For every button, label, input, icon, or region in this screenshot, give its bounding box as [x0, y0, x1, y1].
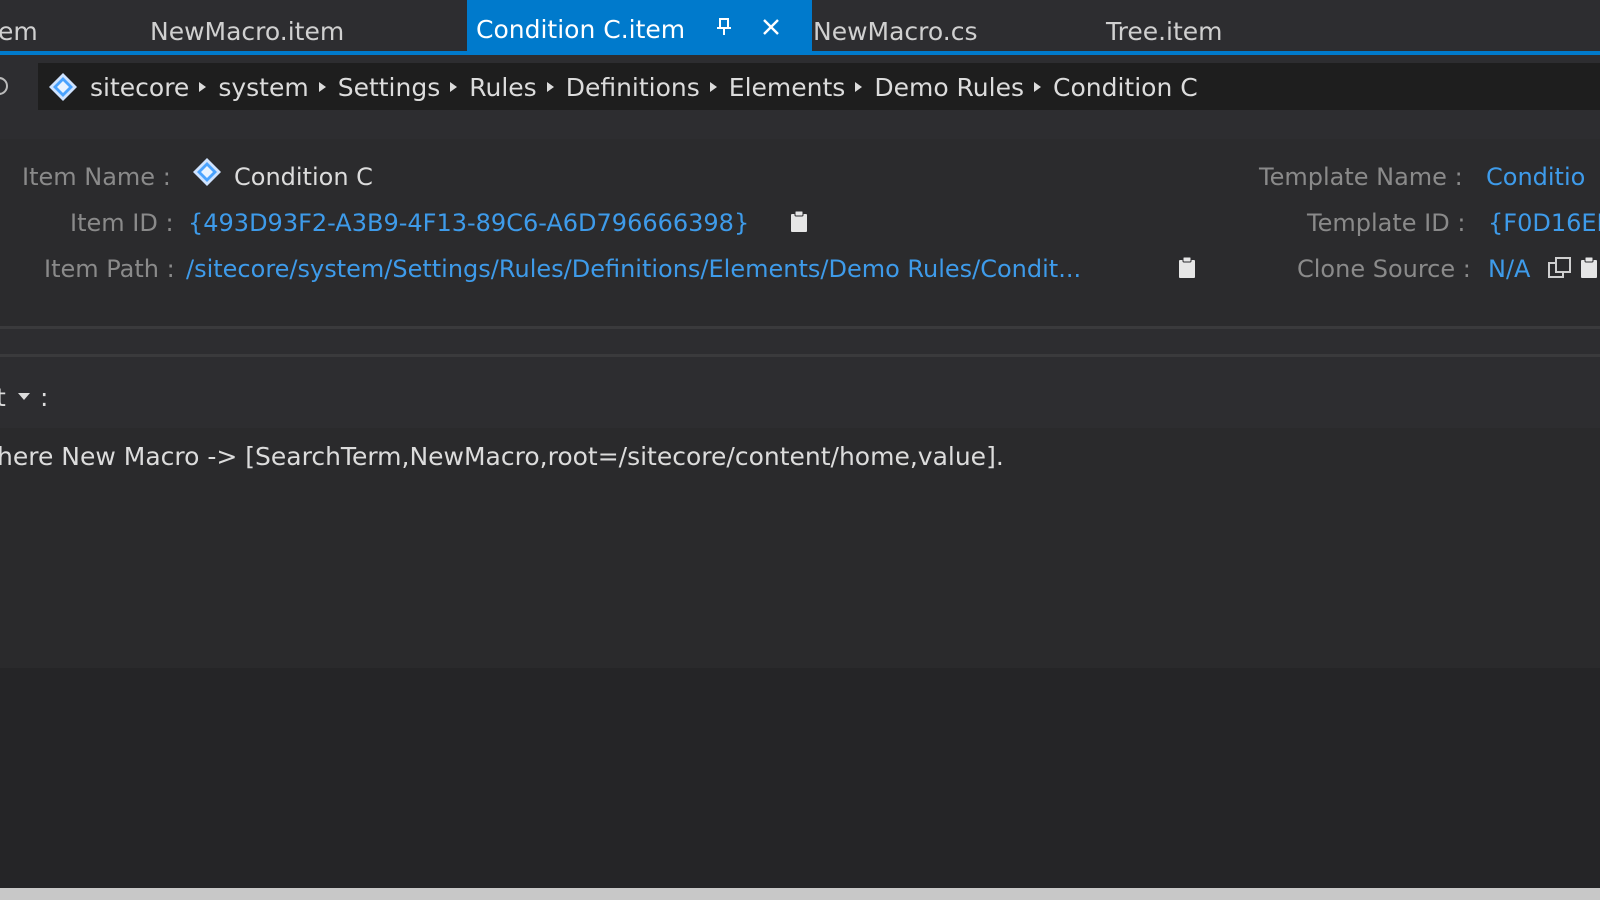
history-icon[interactable]	[0, 75, 10, 97]
breadcrumb-item-elements[interactable]: Elements	[729, 73, 875, 102]
status-bar	[0, 888, 1600, 900]
panel-divider	[0, 326, 1600, 329]
clone-source-value[interactable]: N/A	[1488, 255, 1530, 283]
copy-clipboard-icon[interactable]	[790, 211, 808, 233]
breadcrumb-label: Elements	[728, 72, 846, 102]
sitecore-item-icon	[193, 158, 221, 186]
chevron-right-icon[interactable]	[855, 82, 863, 92]
template-name-label: Template Name :	[1259, 163, 1463, 191]
chevron-right-icon[interactable]	[450, 82, 458, 92]
tab-label: Condition C.item	[476, 15, 686, 44]
open-external-icon[interactable]	[1548, 257, 1572, 279]
item-name-label: Item Name :	[22, 163, 171, 191]
tab-newmacro-cs[interactable]: NewMacro.cs	[813, 0, 977, 51]
tab-label: NewMacro.cs	[813, 17, 978, 46]
tab-condition-c-item[interactable]: Condition C.item	[467, 0, 812, 51]
sitecore-item-icon	[49, 73, 77, 101]
close-icon[interactable]	[758, 14, 784, 40]
template-name-value[interactable]: Conditio	[1486, 163, 1585, 191]
breadcrumb-item-sitecore[interactable]: sitecore	[48, 72, 218, 102]
item-path-value[interactable]: /sitecore/system/Settings/Rules/Definiti…	[186, 255, 1081, 283]
rule-editor[interactable]: here New Macro -> [SearchTerm,NewMacro,r…	[0, 428, 1600, 668]
tab-item[interactable]: em	[0, 0, 38, 51]
dropdown-caret-icon[interactable]	[18, 393, 30, 400]
item-id-label: Item ID :	[70, 209, 174, 237]
breadcrumb-items: sitecore system Settings Rules Definitio…	[48, 67, 1198, 107]
breadcrumb-label: Definitions	[565, 72, 700, 102]
breadcrumb-bar: sitecore system Settings Rules Definitio…	[0, 55, 1600, 119]
pin-icon[interactable]	[711, 14, 737, 40]
copy-clipboard-icon[interactable]	[1178, 257, 1196, 279]
chevron-right-icon[interactable]	[546, 82, 554, 92]
breadcrumb-item-condition-c[interactable]: Condition C	[1053, 73, 1198, 102]
tab-label: em	[0, 17, 38, 46]
copy-clipboard-icon[interactable]	[1580, 257, 1598, 279]
clone-source-label: Clone Source :	[1297, 255, 1471, 283]
tab-newmacro-item[interactable]: NewMacro.item	[150, 0, 344, 51]
breadcrumb-item-definitions[interactable]: Definitions	[566, 73, 729, 102]
breadcrumb-label: Demo Rules	[874, 72, 1024, 102]
chevron-right-icon[interactable]	[709, 82, 717, 92]
breadcrumb-label: Rules	[469, 72, 537, 102]
tab-tree-item[interactable]: Tree.item	[1106, 0, 1223, 51]
breadcrumb-label: system	[218, 72, 309, 102]
rule-section-header[interactable]: t :	[0, 357, 1600, 427]
breadcrumb-item-system[interactable]: system	[218, 73, 337, 102]
item-path-label: Item Path :	[44, 255, 175, 283]
item-properties-panel: Item Name : Condition C Item ID : {493D9…	[0, 139, 1600, 326]
rule-text[interactable]: here New Macro -> [SearchTerm,NewMacro,r…	[0, 442, 1004, 471]
chevron-right-icon[interactable]	[318, 82, 326, 92]
template-id-value[interactable]: {F0D16EE	[1488, 209, 1600, 237]
tab-label: NewMacro.item	[150, 17, 345, 46]
empty-panel-area	[0, 668, 1600, 888]
chevron-right-icon[interactable]	[199, 82, 207, 92]
breadcrumb-label: sitecore	[90, 72, 190, 102]
section-colon: :	[40, 383, 49, 412]
breadcrumb-label: Condition C	[1053, 72, 1198, 102]
section-title: t	[0, 383, 6, 412]
breadcrumb-label: Settings	[337, 72, 441, 102]
chevron-right-icon[interactable]	[1034, 82, 1041, 92]
item-name-value: Condition C	[234, 163, 373, 191]
item-id-value[interactable]: {493D93F2-A3B9-4F13-89C6-A6D796666398}	[188, 209, 749, 237]
breadcrumb-item-settings[interactable]: Settings	[338, 73, 470, 102]
document-tab-strip: em NewMacro.item Condition C.item NewMac…	[0, 0, 1600, 51]
breadcrumb-item-rules[interactable]: Rules	[469, 73, 565, 102]
template-id-label: Template ID :	[1307, 209, 1466, 237]
tab-label: Tree.item	[1106, 17, 1223, 46]
breadcrumb-item-demo-rules[interactable]: Demo Rules	[874, 73, 1053, 102]
